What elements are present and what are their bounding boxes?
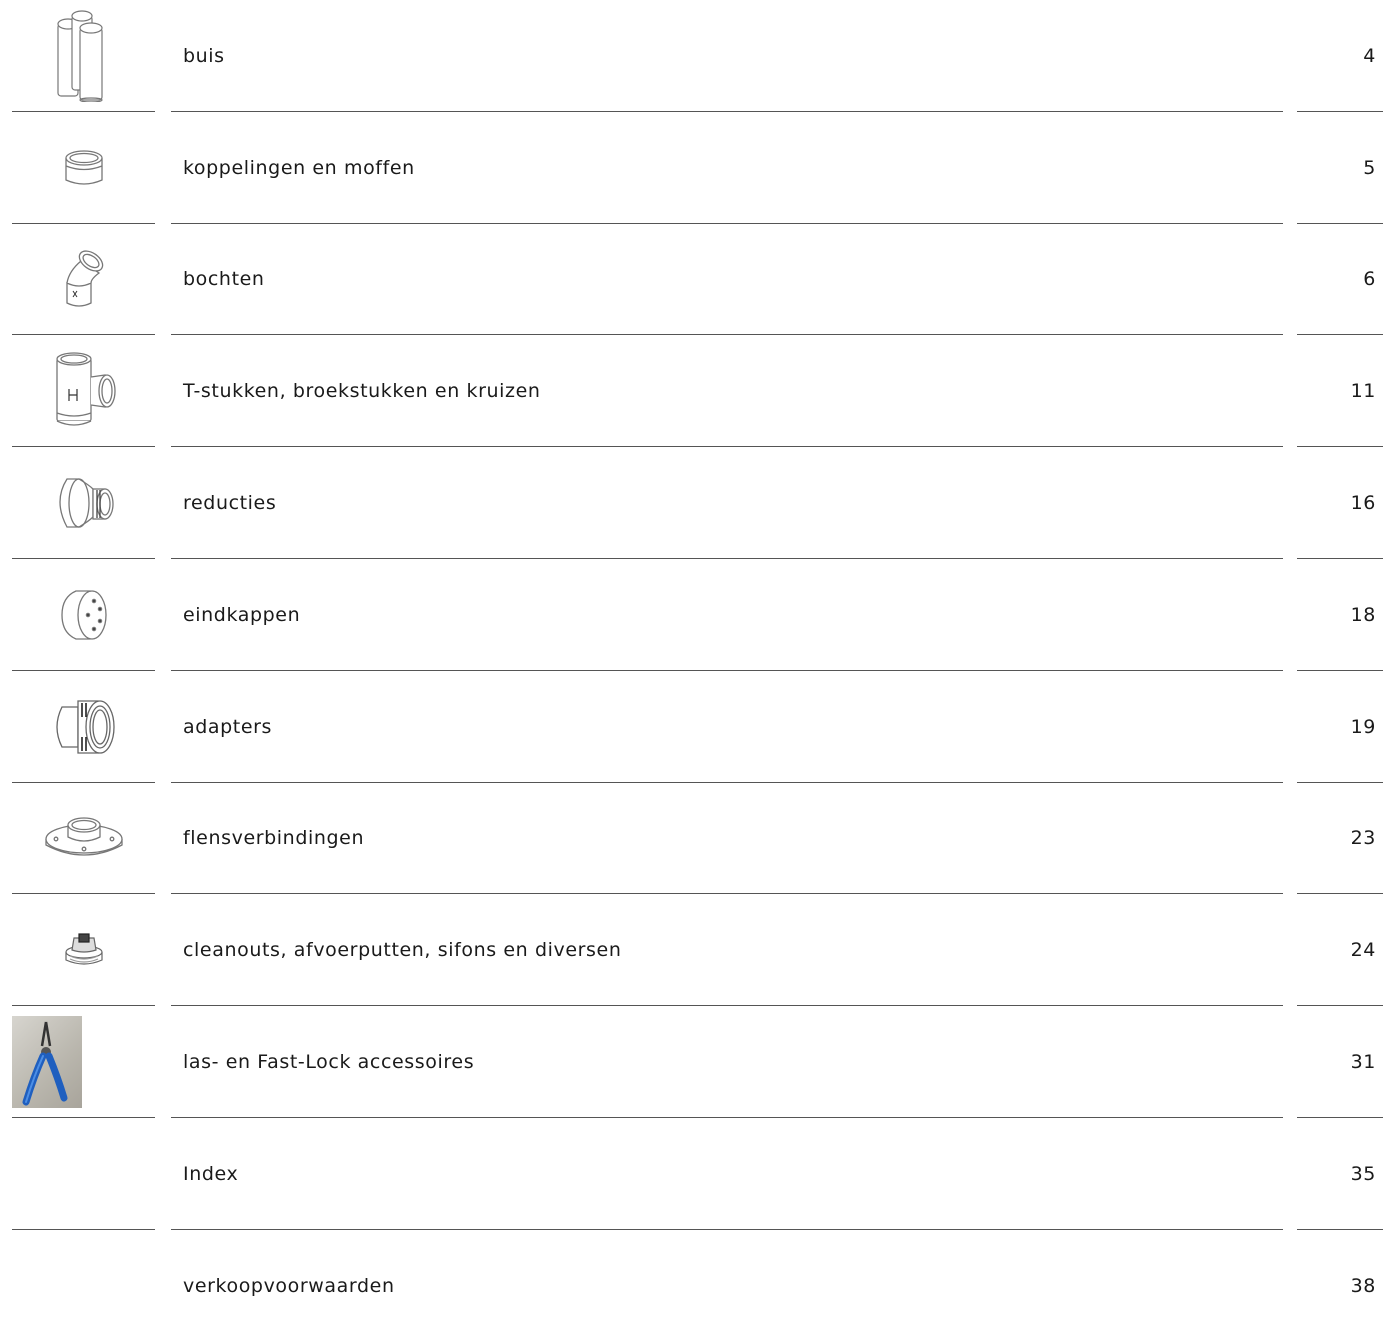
empty-thumb	[12, 1230, 155, 1342]
toc-label: Index	[183, 1162, 239, 1185]
toc-label: buis	[183, 44, 225, 67]
elbow-icon	[12, 224, 155, 336]
toc-row-cleanouts[interactable]: cleanouts, afvoerputten, sifons en diver…	[0, 894, 1383, 1007]
toc-page-number: 6	[1363, 268, 1376, 291]
toc-row-index[interactable]: Index 35	[0, 1118, 1383, 1230]
toc-page-number: 35	[1350, 1162, 1376, 1185]
toc-page-number: 16	[1350, 492, 1376, 515]
toc-label: cleanouts, afvoerputten, sifons en diver…	[183, 939, 622, 962]
toc-label: bochten	[183, 268, 265, 291]
cleanout-icon	[12, 894, 155, 1006]
toc-row-reducties[interactable]: reducties 16	[0, 447, 1383, 559]
toc-page-number: 38	[1350, 1274, 1376, 1297]
toc-row-flensverbindingen[interactable]: flensverbindingen 23	[0, 783, 1383, 895]
toc-label: T-stukken, broekstukken en kruizen	[183, 380, 541, 403]
pliers-photo	[12, 1006, 155, 1118]
toc-row-las-fast-lock[interactable]: las- en Fast-Lock accessoires 31	[0, 1006, 1383, 1118]
pipes-icon	[12, 0, 155, 112]
toc-page-number: 4	[1363, 44, 1376, 67]
toc-label: reducties	[183, 492, 277, 515]
toc-row-bochten[interactable]: bochten 6	[0, 224, 1383, 336]
toc-page-number: 11	[1350, 380, 1376, 403]
toc-label: verkoopvoorwaarden	[183, 1274, 395, 1297]
toc-label: adapters	[183, 715, 273, 738]
toc-row-t-stukken[interactable]: T-stukken, broekstukken en kruizen 11	[0, 335, 1383, 448]
toc-page-number: 31	[1350, 1051, 1376, 1074]
adapter-icon	[12, 671, 155, 783]
toc-row-koppelingen[interactable]: koppelingen en moffen 5	[0, 112, 1383, 224]
toc-page-number: 23	[1350, 827, 1376, 850]
coupling-icon	[12, 112, 155, 224]
toc-label: flensverbindingen	[183, 827, 365, 850]
toc-label: koppelingen en moffen	[183, 156, 415, 179]
tee-fitting-icon	[12, 335, 155, 447]
table-of-contents: buis 4 koppelingen en moffen 5 bochten 6…	[0, 0, 1383, 1342]
empty-thumb	[12, 1118, 155, 1230]
reducer-icon	[12, 447, 155, 559]
toc-row-buis[interactable]: buis 4	[0, 0, 1383, 112]
toc-row-eindkappen[interactable]: eindkappen 18	[0, 559, 1383, 671]
toc-page-number: 19	[1350, 715, 1376, 738]
toc-label: eindkappen	[183, 603, 301, 626]
pliers-image	[12, 1016, 82, 1109]
toc-page-number: 24	[1350, 939, 1376, 962]
toc-page-number: 5	[1363, 156, 1376, 179]
toc-page-number: 18	[1350, 603, 1376, 626]
flange-icon	[12, 783, 155, 895]
end-cap-icon	[12, 559, 155, 671]
toc-label: las- en Fast-Lock accessoires	[183, 1051, 475, 1074]
toc-row-adapters[interactable]: adapters 19	[0, 671, 1383, 783]
toc-row-verkoopvoorwaarden[interactable]: verkoopvoorwaarden 38	[0, 1230, 1383, 1342]
